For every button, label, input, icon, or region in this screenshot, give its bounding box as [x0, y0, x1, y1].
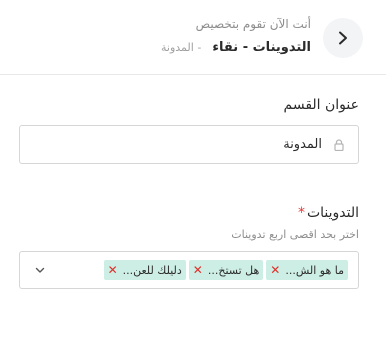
breadcrumb-item: المدونة: [161, 41, 194, 54]
header-title-row: التدوينات - نقاء - المدونة: [81, 36, 311, 55]
posts-multiselect[interactable]: ما هو الش... ✕ هل تستخ... ✕ دليلك للعن..…: [19, 251, 359, 289]
chevron-down-icon[interactable]: [34, 264, 46, 276]
chip-label: دليلك للعن...: [122, 263, 182, 277]
posts-hint: اختر بحد اقصى اربع تدوينات: [231, 228, 359, 241]
page-header: أنت الآن تقوم بتخصيص التدوينات - نقاء - …: [0, 0, 386, 75]
remove-chip-icon[interactable]: ✕: [193, 264, 203, 276]
lock-icon: [332, 138, 346, 152]
selected-chip: هل تستخ... ✕: [188, 260, 264, 280]
selected-chip: ما هو الش... ✕: [266, 260, 348, 280]
section-title-label: عنوان القسم: [283, 97, 359, 113]
selected-chip: دليلك للعن... ✕: [103, 260, 186, 280]
chip-label: هل تستخ...: [207, 263, 260, 277]
posts-label-text: التدوينات: [306, 205, 359, 221]
page-title: التدوينات - نقاء: [212, 40, 311, 55]
back-button[interactable]: [323, 18, 363, 58]
section-title-value: المدونة: [283, 137, 322, 152]
remove-chip-icon[interactable]: ✕: [270, 264, 280, 276]
breadcrumb-separator: -: [197, 41, 202, 54]
remove-chip-icon[interactable]: ✕: [108, 264, 118, 276]
header-text: أنت الآن تقوم بتخصيص التدوينات - نقاء - …: [81, 16, 311, 55]
chevron-right-icon: [339, 31, 347, 45]
selected-chips: ما هو الش... ✕ هل تستخ... ✕ دليلك للعن..…: [103, 260, 348, 280]
chip-label: ما هو الش...: [285, 263, 344, 277]
posts-label: التدوينات*: [298, 205, 359, 221]
section-title-input[interactable]: المدونة: [19, 125, 359, 164]
required-mark: *: [297, 205, 305, 221]
breadcrumb: - المدونة: [161, 41, 201, 54]
header-subtitle: أنت الآن تقوم بتخصيص: [195, 17, 311, 31]
